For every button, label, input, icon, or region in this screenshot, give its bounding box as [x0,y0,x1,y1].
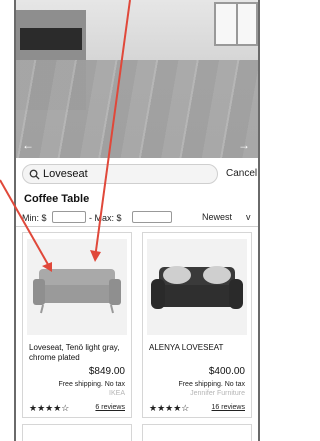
chevron-down-icon[interactable]: v [246,212,251,222]
reviews-link[interactable]: 16 reviews [212,404,245,411]
sofa-gray-image [33,269,121,314]
product-card[interactable]: ALENYA LOVESEAT $400.00 Free shipping. N… [142,232,252,418]
product-vendor: Jennifer Furniture [190,390,245,397]
sofa-dark-image [151,266,243,309]
max-price-input[interactable] [132,211,172,223]
search-input[interactable]: Loveseat [22,164,218,184]
cancel-button[interactable]: Cancel [226,168,257,179]
product-price: $400.00 [208,366,245,377]
reviews-link[interactable]: 6 reviews [95,404,125,411]
product-price: $849.00 [88,366,125,377]
divider [16,226,258,227]
product-title[interactable]: Loveseat, Tenö light gray, chrome plated [29,343,125,363]
product-card[interactable]: Loveseat, Tenö light gray, chrome plated… [22,232,132,418]
search-row: Loveseat Cancel [22,164,257,184]
product-title[interactable]: ALENYA LOVESEAT [149,343,245,353]
category-heading: Coffee Table [24,193,90,205]
min-price-label: Min: $ [22,213,47,223]
photo-fire-slot [20,28,82,50]
product-image [147,239,247,335]
search-icon [29,169,40,180]
room-photo: ← → [16,0,258,158]
carousel-prev-button[interactable]: ← [22,138,34,152]
product-vendor: IKEA [109,390,125,397]
search-query-text: Loveseat [43,168,88,180]
carousel-next-button[interactable]: → [238,138,250,152]
product-card-partial[interactable] [142,424,252,441]
product-card-partial[interactable] [22,424,132,441]
min-price-input[interactable] [52,211,86,223]
sort-select[interactable]: Newest [202,212,232,222]
photo-floor [16,60,258,158]
product-shipping: Free shipping. No tax [58,381,125,388]
rating-stars: ★★★★☆ [29,403,70,413]
photo-window [214,2,258,46]
app-frame: ← → Loveseat Cancel Coffee Table Min: $ … [14,0,260,441]
rating-stars: ★★★★☆ [149,403,190,413]
product-shipping: Free shipping. No tax [178,381,245,388]
max-price-label: - Max: $ [89,213,122,223]
product-image [27,239,127,335]
price-filter-row: Min: $ - Max: $ Newest v [22,211,256,225]
